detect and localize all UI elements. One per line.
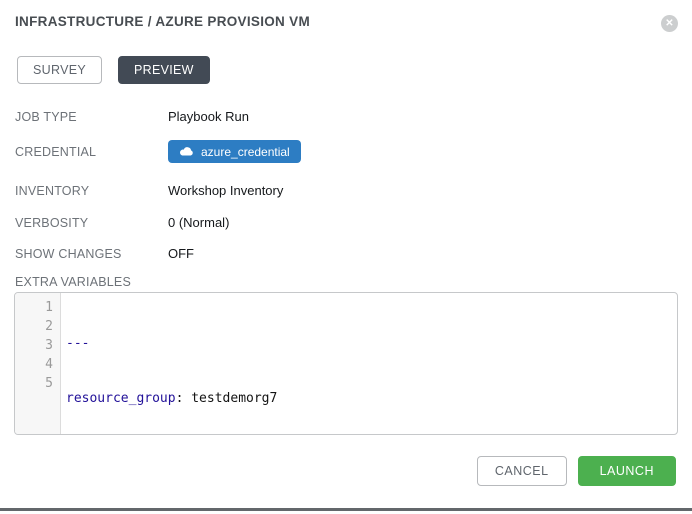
- detail-value: Playbook Run: [168, 109, 249, 124]
- yaml-value: testdemorg7: [191, 391, 277, 406]
- credential-badge[interactable]: azure_credential: [168, 140, 301, 163]
- extra-variables-editor[interactable]: 1 2 3 4 5 --- resource_group: testdemorg…: [14, 292, 678, 435]
- code-line: ---: [66, 334, 277, 353]
- extra-variables-label: EXTRA VARIABLES: [15, 275, 692, 289]
- times-circle-icon: ✕: [665, 19, 673, 29]
- cancel-button[interactable]: CANCEL: [477, 456, 567, 486]
- job-launch-preview-modal: INFRASTRUCTURE / AZURE PROVISION VM ✕ SU…: [0, 0, 692, 514]
- cloud-icon: [179, 146, 194, 157]
- editor-gutter: 1 2 3 4 5: [15, 293, 61, 434]
- job-details: JOB TYPE Playbook Run CREDENTIAL azure_c…: [15, 108, 692, 262]
- yaml-separator: :: [176, 391, 192, 406]
- line-number: 5: [15, 374, 53, 393]
- detail-value: OFF: [168, 246, 194, 261]
- line-number: 2: [15, 317, 53, 336]
- tab-preview-label: PREVIEW: [134, 63, 194, 77]
- detail-label: SHOW CHANGES: [15, 247, 168, 261]
- detail-label: CREDENTIAL: [15, 145, 168, 159]
- detail-row-show-changes: SHOW CHANGES OFF: [15, 245, 692, 262]
- detail-label: INVENTORY: [15, 184, 168, 198]
- yaml-key: ---: [66, 336, 89, 351]
- detail-row-inventory: INVENTORY Workshop Inventory: [15, 182, 692, 199]
- modal-header: INFRASTRUCTURE / AZURE PROVISION VM ✕: [0, 0, 692, 32]
- detail-row-credential: CREDENTIAL azure_credential: [15, 140, 692, 163]
- yaml-key: resource_group: [66, 391, 176, 406]
- credential-badge-label: azure_credential: [201, 145, 290, 159]
- launch-button[interactable]: LAUNCH: [578, 456, 676, 486]
- editor-code-area: --- resource_group: testdemorg7 location…: [61, 293, 277, 434]
- line-number: 4: [15, 355, 53, 374]
- modal-footer: CANCEL LAUNCH: [0, 456, 676, 486]
- tab-preview[interactable]: PREVIEW: [118, 56, 210, 84]
- detail-value: Workshop Inventory: [168, 183, 283, 198]
- detail-row-verbosity: VERBOSITY 0 (Normal): [15, 214, 692, 231]
- detail-value: 0 (Normal): [168, 215, 229, 230]
- bottom-divider: [0, 508, 692, 511]
- modal-title: INFRASTRUCTURE / AZURE PROVISION VM: [15, 14, 310, 29]
- tab-survey-label: SURVEY: [33, 63, 86, 77]
- detail-label: JOB TYPE: [15, 110, 168, 124]
- detail-label: VERBOSITY: [15, 216, 168, 230]
- code-line: resource_group: testdemorg7: [66, 389, 277, 408]
- tab-survey[interactable]: SURVEY: [17, 56, 102, 84]
- detail-row-job-type: JOB TYPE Playbook Run: [15, 108, 692, 125]
- close-button[interactable]: ✕: [661, 15, 678, 32]
- tab-bar: SURVEY PREVIEW: [17, 56, 692, 84]
- line-number: 1: [15, 298, 53, 317]
- line-number: 3: [15, 336, 53, 355]
